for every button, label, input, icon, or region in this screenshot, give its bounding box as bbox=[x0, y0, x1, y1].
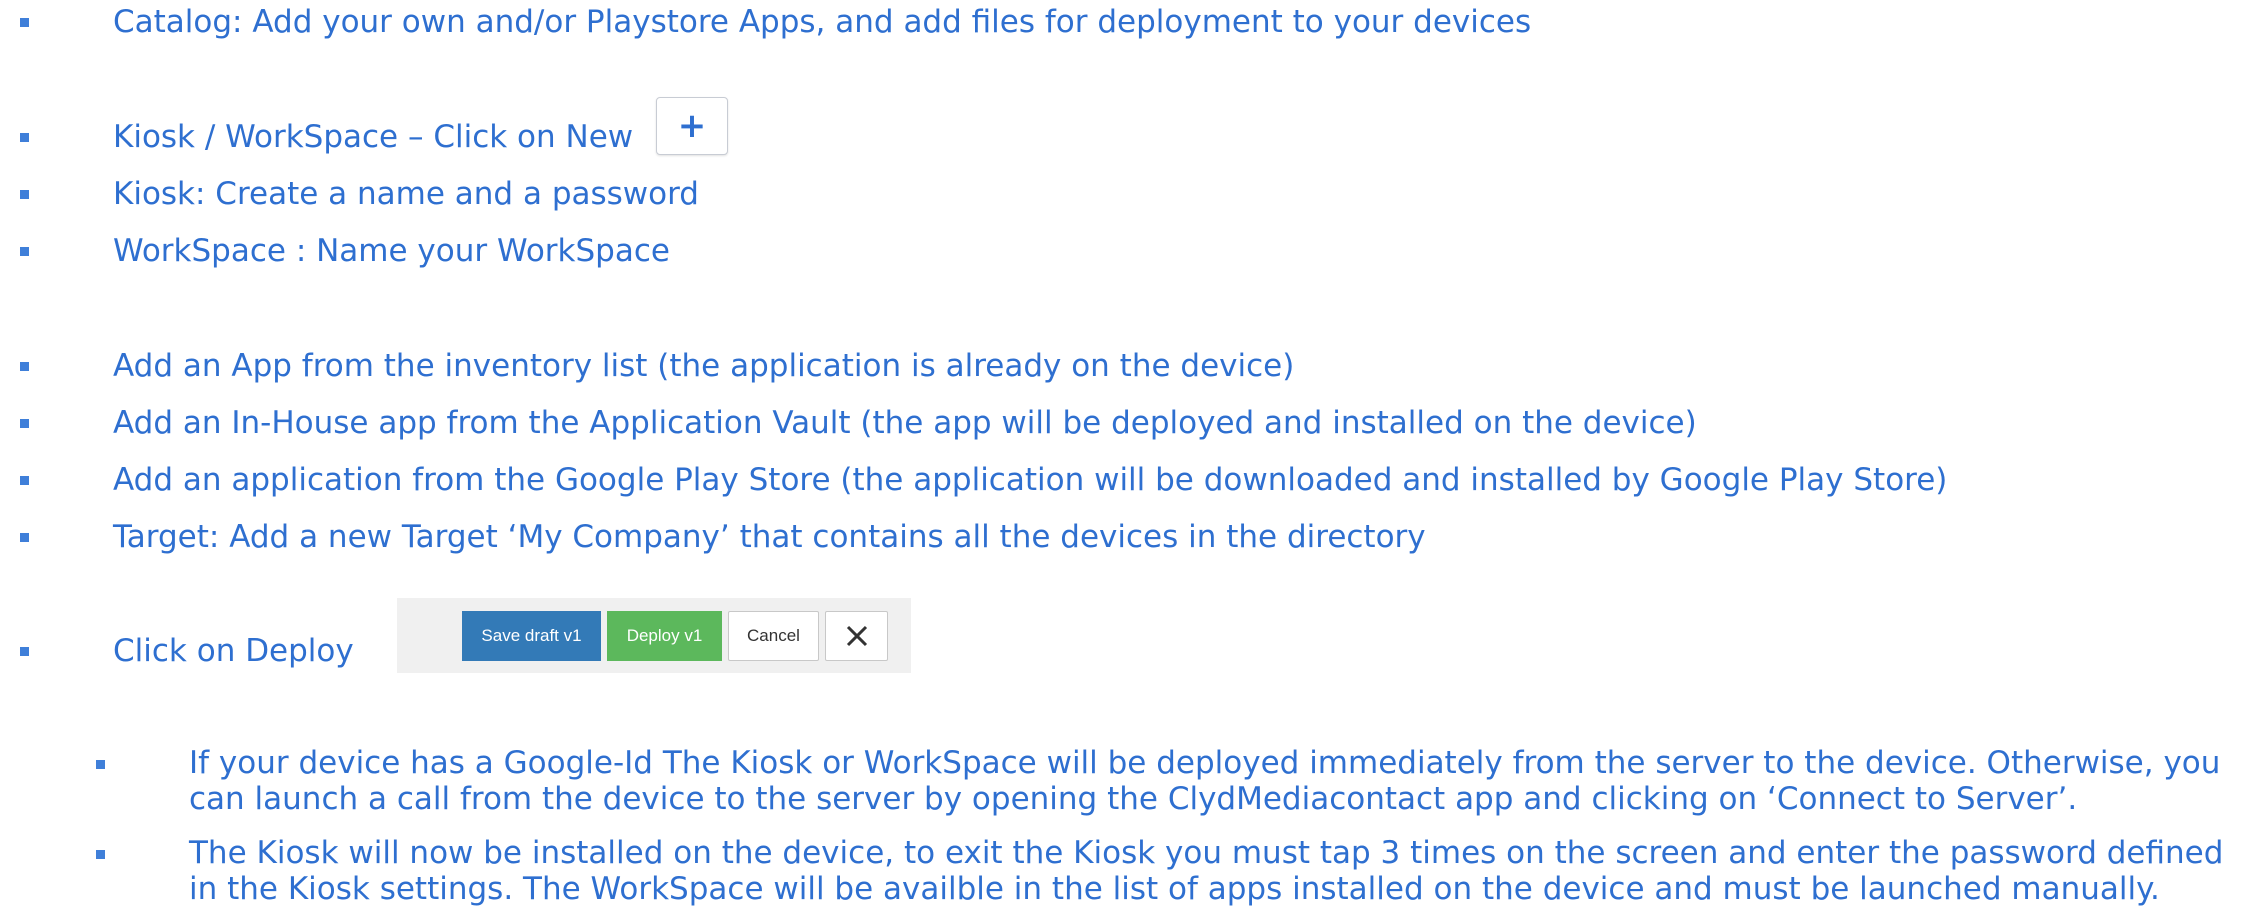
sub-bullet-marker bbox=[96, 760, 105, 769]
bullet-add-playstore-app: Add an application from the Google Play … bbox=[113, 462, 1948, 498]
bullet-marker bbox=[20, 190, 29, 199]
bullet-marker bbox=[20, 362, 29, 371]
bullet-catalog: Catalog: Add your own and/or Playstore A… bbox=[113, 4, 1532, 40]
bullet-workspace-name: WorkSpace : Name your WorkSpace bbox=[113, 233, 670, 269]
bullet-marker bbox=[20, 419, 29, 428]
deploy-toolbar: Save draft v1 Deploy v1 Cancel bbox=[397, 598, 911, 673]
cancel-button[interactable]: Cancel bbox=[728, 611, 819, 661]
bullet-marker bbox=[20, 647, 29, 656]
close-icon bbox=[846, 625, 867, 647]
bullet-kiosk-name-password: Kiosk: Create a name and a password bbox=[113, 176, 699, 212]
bullet-target: Target: Add a new Target ‘My Company’ th… bbox=[113, 519, 1426, 555]
sub-bullet-kiosk-installed: The Kiosk will now be installed on the d… bbox=[189, 835, 2224, 907]
bullet-marker bbox=[20, 18, 29, 27]
sub-bullet-marker bbox=[96, 850, 105, 859]
bullet-click-deploy: Click on Deploy bbox=[113, 633, 354, 669]
sub-bullet-google-id: If your device has a Google-Id The Kiosk… bbox=[189, 745, 2221, 817]
new-button[interactable]: + bbox=[656, 97, 728, 155]
deploy-button[interactable]: Deploy v1 bbox=[607, 611, 722, 661]
close-button[interactable] bbox=[825, 611, 888, 661]
bullet-marker bbox=[20, 247, 29, 256]
bullet-marker bbox=[20, 133, 29, 142]
bullet-marker bbox=[20, 476, 29, 485]
bullet-kiosk-workspace-new: Kiosk / WorkSpace – Click on New bbox=[113, 119, 634, 155]
bullet-marker bbox=[20, 533, 29, 542]
bullet-add-inhouse-app: Add an In-House app from the Application… bbox=[113, 405, 1697, 441]
save-draft-button[interactable]: Save draft v1 bbox=[462, 611, 601, 661]
plus-icon: + bbox=[677, 106, 707, 146]
bullet-add-inventory-app: Add an App from the inventory list (the … bbox=[113, 348, 1295, 384]
